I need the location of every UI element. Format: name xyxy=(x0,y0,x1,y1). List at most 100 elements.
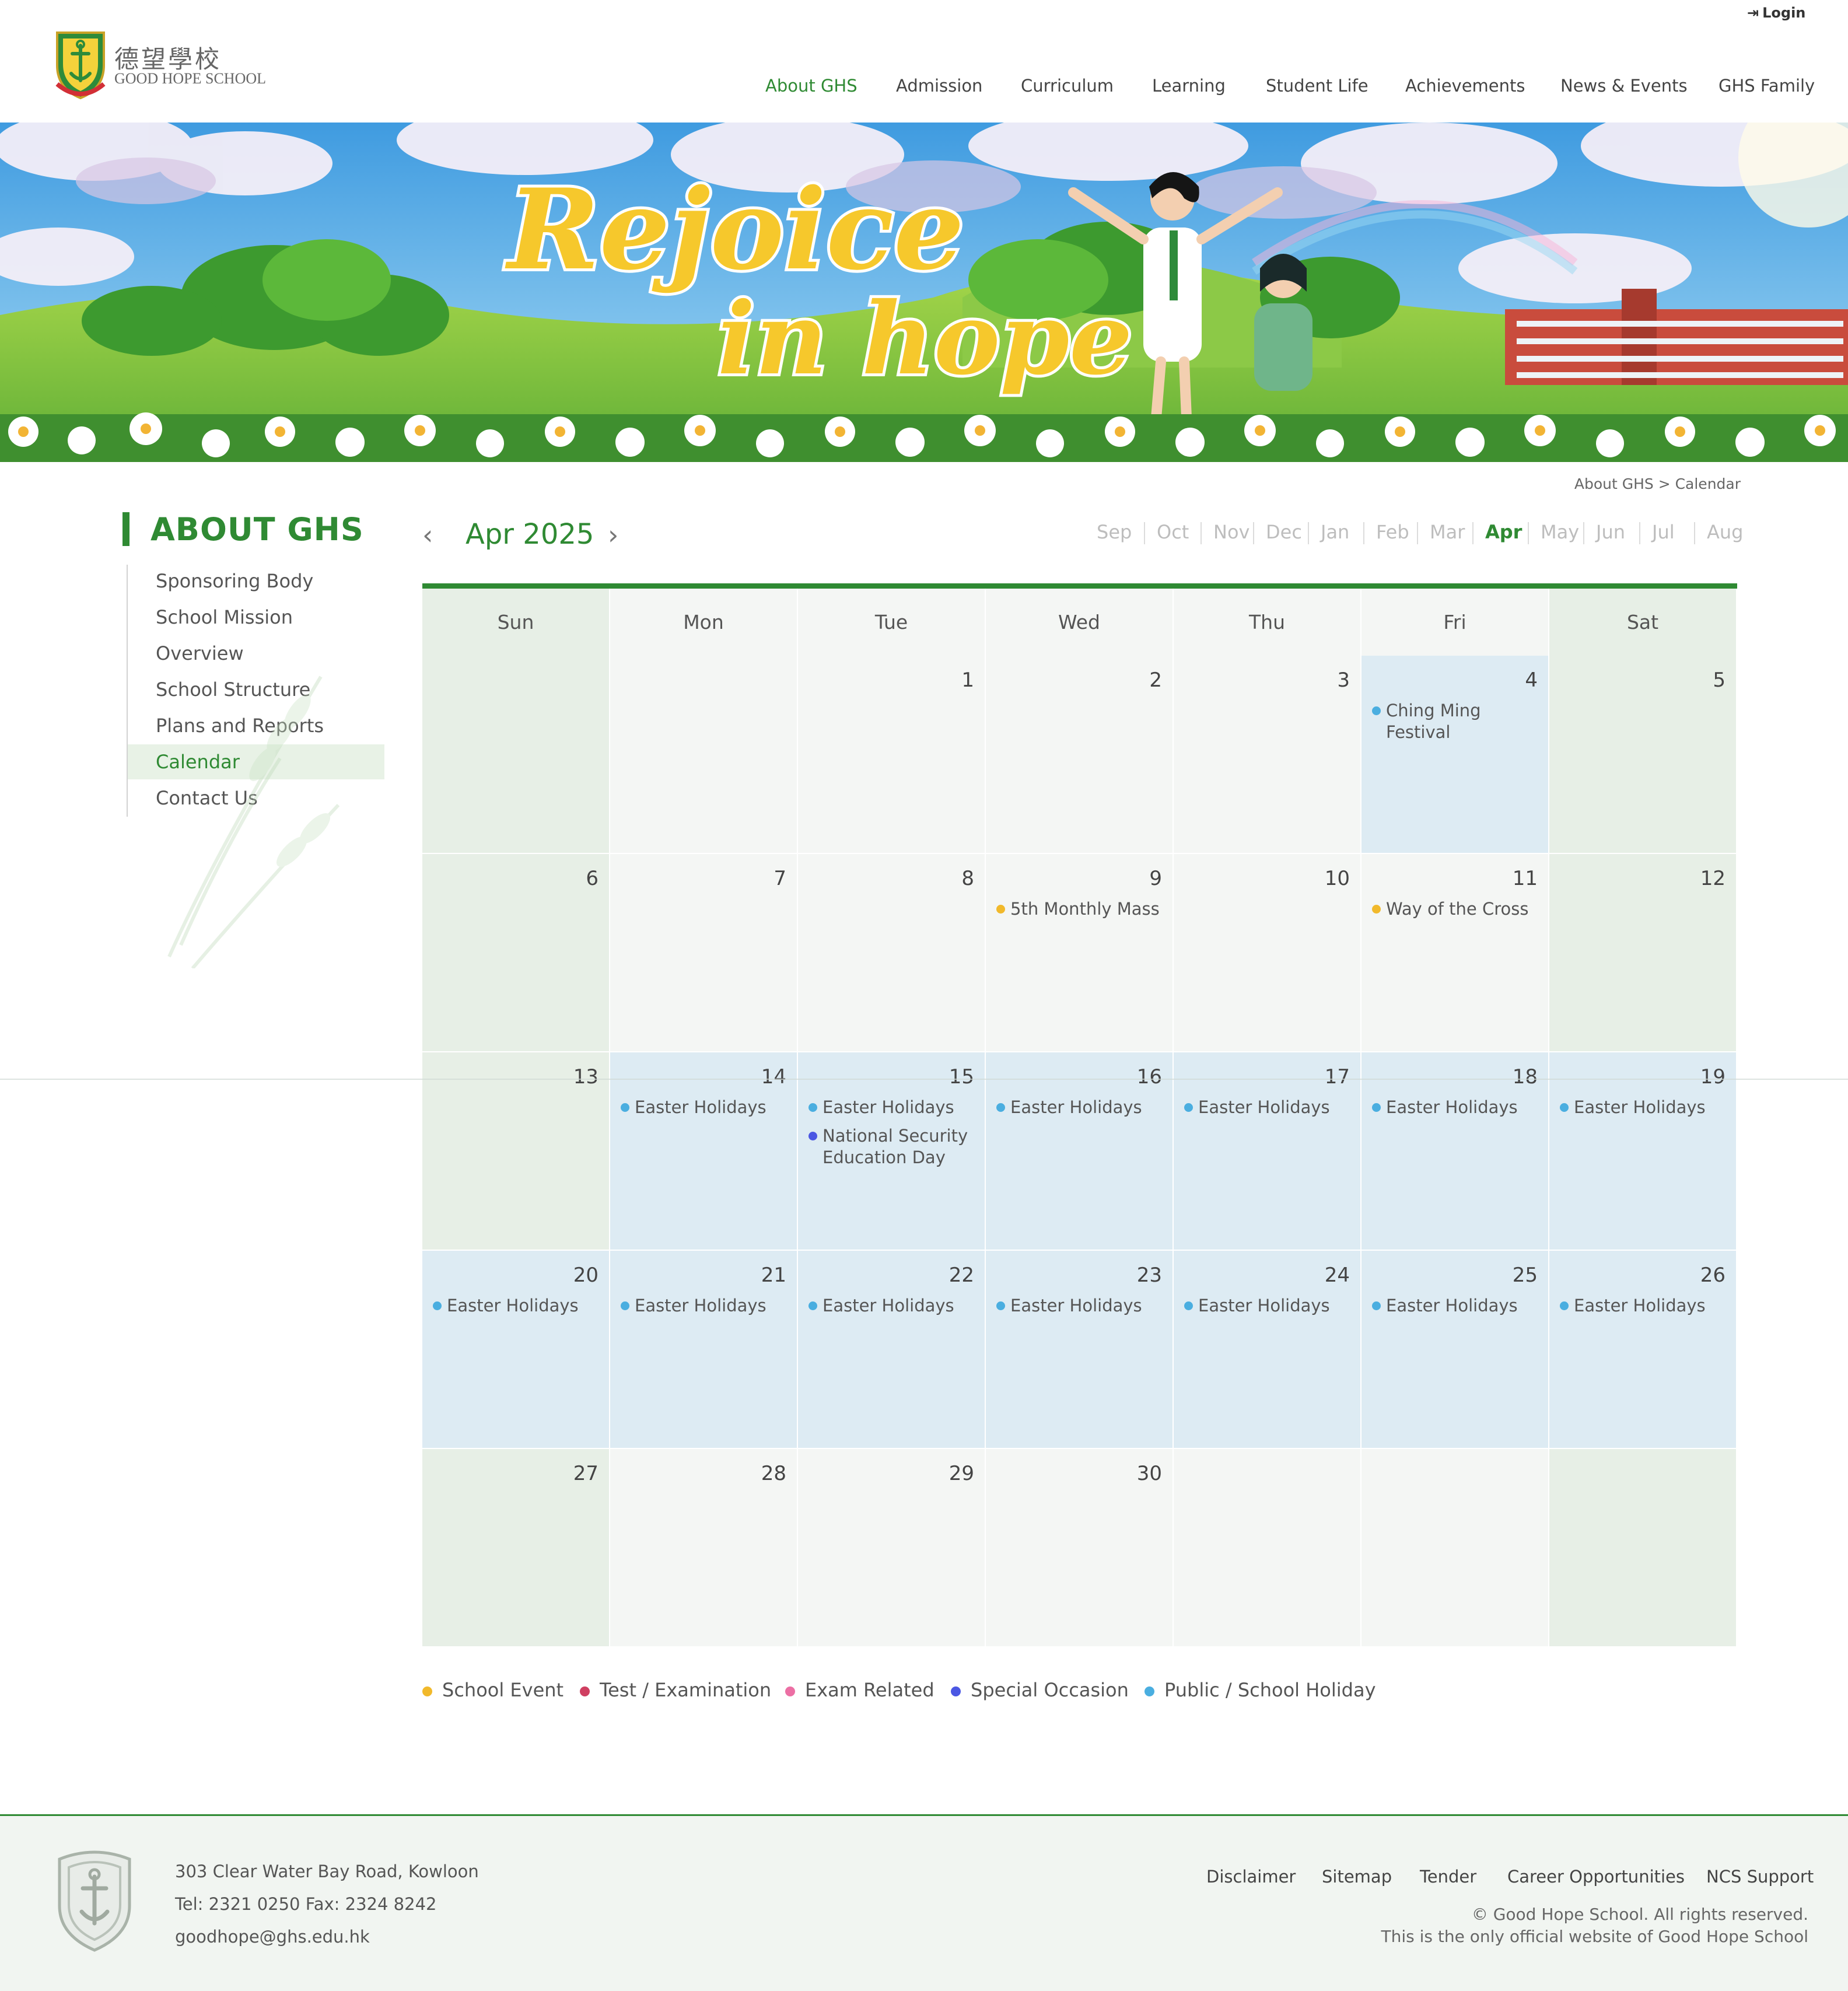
nav-item-curriculum[interactable]: Curriculum xyxy=(1021,76,1114,96)
month-tab-separator xyxy=(1472,522,1474,544)
calendar-day-10[interactable]: 10 xyxy=(1174,854,1362,1052)
month-tab-jul[interactable]: Jul xyxy=(1652,521,1675,543)
sidebar-item-school-mission[interactable]: School Mission xyxy=(128,600,384,635)
day-number: 15 xyxy=(949,1065,974,1089)
month-tab-feb[interactable]: Feb xyxy=(1376,521,1409,543)
calendar-event[interactable]: Easter Holidays xyxy=(1560,1097,1730,1118)
month-tab-separator xyxy=(1639,522,1640,544)
calendar-event[interactable]: Easter Holidays xyxy=(996,1097,1167,1118)
nav-item-admission[interactable]: Admission xyxy=(896,76,982,96)
footer-link-disclaimer[interactable]: Disclaimer xyxy=(1206,1867,1296,1887)
footer-link-career-opportunities[interactable]: Career Opportunities xyxy=(1507,1867,1685,1887)
event-label: 5th Monthly Mass xyxy=(1010,899,1160,919)
month-tab-apr[interactable]: Apr xyxy=(1485,521,1522,543)
calendar-day-4[interactable]: 4 Ching Ming Festival xyxy=(1362,656,1549,854)
calendar-event[interactable]: Easter Holidays xyxy=(1372,1097,1542,1118)
event-label: Easter Holidays xyxy=(1010,1296,1142,1315)
calendar-empty-cell xyxy=(1549,1449,1737,1647)
calendar-day-17[interactable]: 17 Easter Holidays xyxy=(1174,1052,1362,1251)
month-tab-sep[interactable]: Sep xyxy=(1097,521,1132,543)
calendar-day-3[interactable]: 3 xyxy=(1174,656,1362,854)
wheat-decoration-icon xyxy=(167,676,340,968)
nav-item-news-events[interactable]: News & Events xyxy=(1560,76,1688,96)
calendar-day-25[interactable]: 25 Easter Holidays xyxy=(1362,1251,1549,1449)
calendar-day-7[interactable]: 7 xyxy=(610,854,798,1052)
calendar-day-29[interactable]: 29 xyxy=(798,1449,986,1647)
calendar-day-2[interactable]: 2 xyxy=(986,656,1174,854)
nav-item-achievements[interactable]: Achievements xyxy=(1405,76,1525,96)
legend-item-exam: Exam Related xyxy=(785,1679,935,1701)
calendar-event[interactable]: Easter Holidays xyxy=(621,1097,791,1118)
calendar-event[interactable]: Easter Holidays xyxy=(1184,1097,1354,1118)
day-number: 5 xyxy=(1713,669,1726,692)
calendar-day-12[interactable]: 12 xyxy=(1549,854,1737,1052)
next-month-chevron-right-icon[interactable]: › xyxy=(608,519,618,551)
calendar-day-6[interactable]: 6 xyxy=(422,854,610,1052)
calendar-event[interactable]: 5th Monthly Mass xyxy=(996,898,1167,920)
footer-email-link[interactable]: goodhope@ghs.edu.hk xyxy=(175,1927,370,1947)
month-tab-jun[interactable]: Jun xyxy=(1596,521,1625,543)
calendar-day-13[interactable]: 13 xyxy=(422,1052,610,1251)
sidebar-item-sponsoring-body[interactable]: Sponsoring Body xyxy=(128,564,384,599)
calendar-event[interactable]: Easter Holidays xyxy=(996,1295,1167,1317)
nav-item-about-ghs[interactable]: About GHS xyxy=(765,76,858,96)
prev-month-chevron-left-icon[interactable]: ‹ xyxy=(422,519,433,551)
month-tab-aug[interactable]: Aug xyxy=(1707,521,1743,543)
calendar-day-14[interactable]: 14 Easter Holidays xyxy=(610,1052,798,1251)
calendar-day-15[interactable]: 15 Easter Holidays National Security Educa… xyxy=(798,1052,986,1251)
calendar-event[interactable]: Ching Ming Festival xyxy=(1372,700,1542,743)
calendar-day-22[interactable]: 22 Easter Holidays xyxy=(798,1251,986,1449)
month-tab-dec[interactable]: Dec xyxy=(1266,521,1302,543)
footer-link-tender[interactable]: Tender xyxy=(1420,1867,1476,1887)
login-link[interactable]: ⇥ Login xyxy=(1747,5,1805,21)
nav-item-learning[interactable]: Learning xyxy=(1152,76,1226,96)
event-label: Easter Holidays xyxy=(635,1097,766,1117)
calendar-day-5[interactable]: 5 xyxy=(1549,656,1737,854)
calendar-day-9[interactable]: 9 5th Monthly Mass xyxy=(986,854,1174,1052)
calendar-event[interactable]: Easter Holidays xyxy=(808,1097,979,1118)
weekday-header-sun: Sun xyxy=(422,589,610,656)
month-tab-mar[interactable]: Mar xyxy=(1430,521,1465,543)
day-number: 14 xyxy=(761,1065,786,1089)
calendar-day-23[interactable]: 23 Easter Holidays xyxy=(986,1251,1174,1449)
calendar-day-21[interactable]: 21 Easter Holidays xyxy=(610,1251,798,1449)
legend-label: Exam Related xyxy=(805,1679,935,1701)
breadcrumb[interactable]: About GHS > Calendar xyxy=(1574,475,1741,492)
event-label: Easter Holidays xyxy=(1198,1296,1330,1315)
calendar-day-26[interactable]: 26 Easter Holidays xyxy=(1549,1251,1737,1449)
weekday-header-wed: Wed xyxy=(986,589,1174,656)
calendar-empty-cell xyxy=(1362,1449,1549,1647)
calendar-event[interactable]: National Security Education Day xyxy=(808,1125,979,1168)
nav-item-student-life[interactable]: Student Life xyxy=(1266,76,1368,96)
calendar-event[interactable]: Easter Holidays xyxy=(621,1295,791,1317)
day-number: 17 xyxy=(1324,1065,1350,1089)
calendar-day-27[interactable]: 27 xyxy=(422,1449,610,1647)
day-number: 7 xyxy=(774,867,786,890)
calendar-day-20[interactable]: 20 Easter Holidays xyxy=(422,1251,610,1449)
calendar-day-30[interactable]: 30 xyxy=(986,1449,1174,1647)
month-tab-jan[interactable]: Jan xyxy=(1321,521,1349,543)
month-tab-oct[interactable]: Oct xyxy=(1157,521,1189,543)
calendar-event[interactable]: Easter Holidays xyxy=(1184,1295,1354,1317)
calendar-day-18[interactable]: 18 Easter Holidays xyxy=(1362,1052,1549,1251)
calendar-event[interactable]: Easter Holidays xyxy=(808,1295,979,1317)
calendar-day-1[interactable]: 1 xyxy=(798,656,986,854)
calendar-day-16[interactable]: 16 Easter Holidays xyxy=(986,1052,1174,1251)
calendar-day-8[interactable]: 8 xyxy=(798,854,986,1052)
legend-dot-icon xyxy=(422,1686,432,1696)
calendar-day-24[interactable]: 24 Easter Holidays xyxy=(1174,1251,1362,1449)
footer-link-ncs-support[interactable]: NCS Support xyxy=(1706,1867,1814,1887)
event-type-dot-icon xyxy=(808,1132,817,1140)
calendar-event[interactable]: Easter Holidays xyxy=(433,1295,603,1317)
month-tab-may[interactable]: May xyxy=(1541,521,1579,543)
calendar-event[interactable]: Easter Holidays xyxy=(1560,1295,1730,1317)
calendar-day-11[interactable]: 11 Way of the Cross xyxy=(1362,854,1549,1052)
calendar-day-19[interactable]: 19 Easter Holidays xyxy=(1549,1052,1737,1251)
calendar-event[interactable]: Way of the Cross xyxy=(1372,898,1542,920)
month-tab-nov[interactable]: Nov xyxy=(1213,521,1250,543)
event-label: Easter Holidays xyxy=(1574,1296,1706,1315)
calendar-day-28[interactable]: 28 xyxy=(610,1449,798,1647)
calendar-event[interactable]: Easter Holidays xyxy=(1372,1295,1542,1317)
nav-item-ghs-family[interactable]: GHS Family xyxy=(1718,76,1815,96)
footer-link-sitemap[interactable]: Sitemap xyxy=(1322,1867,1392,1887)
